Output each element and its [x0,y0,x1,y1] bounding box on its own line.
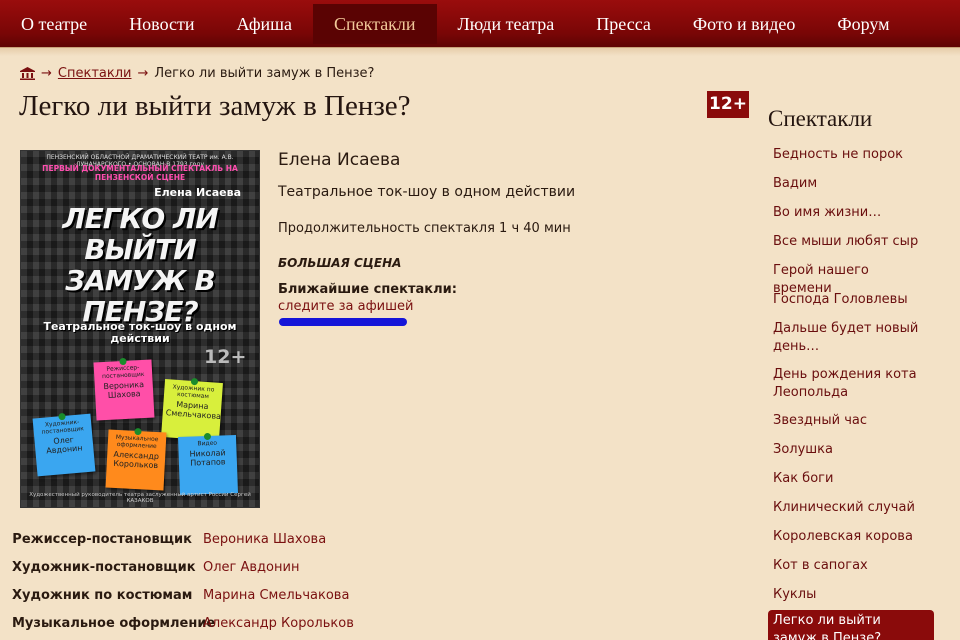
nav-item-media[interactable]: Фото и видео [672,4,817,44]
credit-name[interactable]: Вероника Шахова [203,532,326,547]
poster-note-director: Режиссер-постановщик Вероника Шахова [93,357,155,421]
breadcrumb-link-performances[interactable]: Спектакли [58,66,132,81]
sidebar-item[interactable]: Королевская корова [768,528,934,546]
sidebar-item[interactable]: Дальше будет новый день… [768,320,934,356]
note-role: Видео [197,439,218,448]
poster-note-music: Музыкальное оформление Александр Корольк… [105,427,167,491]
play-author: Елена Исаева [278,150,401,170]
pin-icon [134,427,142,436]
sidebar-item[interactable]: Клинический случай [768,499,934,517]
nav-item-people[interactable]: Люди театра [437,4,576,44]
poster-big-title: ЛЕГКО ЛИ ВЫЙТИ ЗАМУЖ В ПЕНЗЕ? [62,202,218,328]
credit-row: Художник-постановщик Олег Авдонин [0,560,400,578]
sidebar-item[interactable]: Кот в сапогах [768,557,934,575]
nav-item-news[interactable]: Новости [108,4,215,44]
page-title: Легко ли выйти замуж в Пензе? [19,90,411,122]
nav-shadow-bar [0,48,960,56]
nav-item-press[interactable]: Пресса [575,4,672,44]
note-role: Режиссер-постановщик [101,364,145,381]
poster-note-video: Видео Николай Потапов [178,432,238,495]
breadcrumb-current: Легко ли выйти замуж в Пензе? [154,65,375,81]
sidebar-item[interactable]: Как боги [768,470,934,488]
breadcrumb-arrow-icon: → [137,65,149,81]
performance-poster[interactable]: ПЕНЗЕНСКИЙ ОБЛАСТНОЙ ДРАМАТИЧЕСКИЙ ТЕАТР… [20,150,260,508]
credit-role: Режиссер-постановщик [12,532,192,547]
credit-role: Художник по костюмам [12,588,193,603]
note-name: Вероника Шахова [103,379,145,400]
nav-item-performances[interactable]: Спектакли [312,3,437,44]
breadcrumb: → Спектакли → Легко ли выйти замуж в Пен… [20,64,374,82]
note-name: Олег Авдонин [45,435,83,456]
sidebar-item[interactable]: Все мыши любят сыр [768,233,934,251]
poster-first-text: ПЕРВЫЙ ДОКУМЕНТАЛЬНЫЙ СПЕКТАКЛЬ НА ПЕНЗЕ… [42,164,238,182]
sidebar-item[interactable]: Куклы [768,586,934,604]
age-rating-badge: 12+ [707,91,749,118]
sidebar-item[interactable]: День рождения кота Леопольда [768,366,934,402]
nav-item-playbill[interactable]: Афиша [216,4,313,44]
play-genre: Театральное ток-шоу в одном действии [278,184,576,200]
poster-note-costume: Художник по костюмам Марина Смельчакова [161,377,223,441]
sidebar-item[interactable]: Бедность не порок [768,146,934,164]
credit-row: Режиссер-постановщик Вероника Шахова [0,532,400,550]
stage-name: БОЛЬШАЯ СЦЕНА [278,256,402,270]
poster-note-designer: Художник-постановщик Олег Авдонин [32,412,96,477]
poster-author: Елена Исаева [154,186,241,199]
note-name: Марина Смельчакова [165,399,222,422]
sidebar-item[interactable]: Звездный час [768,412,934,430]
home-icon[interactable] [20,66,35,80]
sidebar-item-active[interactable]: Легко ли выйти замуж в Пензе? [768,610,934,640]
sidebar-item[interactable]: Вадим [768,175,934,193]
top-navigation: О театре Новости Афиша Спектакли Люди те… [0,0,960,48]
credit-name[interactable]: Марина Смельчакова [203,588,349,603]
pin-icon [190,377,199,386]
note-role: Художник по костюмам [172,383,215,401]
sidebar-item[interactable]: Господа Головлевы [768,291,934,309]
sidebar-title: Спектакли [768,106,873,131]
credit-row: Художник по костюмам Марина Смельчакова [0,588,400,606]
credit-role: Художник-постановщик [12,560,196,575]
play-duration: Продолжительность спектакля 1 ч 40 мин [278,221,571,236]
upcoming-label: Ближайшие спектакли: [278,282,457,297]
poster-footer: Художественный руководитель театра заслу… [29,492,251,504]
note-name: Николай Потапов [189,448,226,468]
sidebar-item[interactable]: Золушка [768,441,934,459]
nav-item-forum[interactable]: Форум [816,4,910,44]
highlight-underline [279,318,407,326]
sidebar-item[interactable]: Во имя жизни… [768,204,934,222]
follow-playbill-link[interactable]: следите за афишей [278,299,413,314]
credit-name[interactable]: Олег Авдонин [203,560,299,575]
note-role: Музыкальное оформление [115,433,159,451]
poster-age: 12+ [204,346,247,368]
note-name: Александр Корольков [113,449,160,471]
poster-subtitle: Театральное ток-шоу в одном действии [43,320,237,345]
breadcrumb-arrow-icon: → [41,65,52,81]
credit-name[interactable]: Александр Корольков [203,616,354,631]
credit-row: Музыкальное оформление Александр Корольк… [0,616,400,634]
credit-role: Музыкальное оформление [12,616,216,631]
nav-item-about[interactable]: О театре [0,4,108,44]
